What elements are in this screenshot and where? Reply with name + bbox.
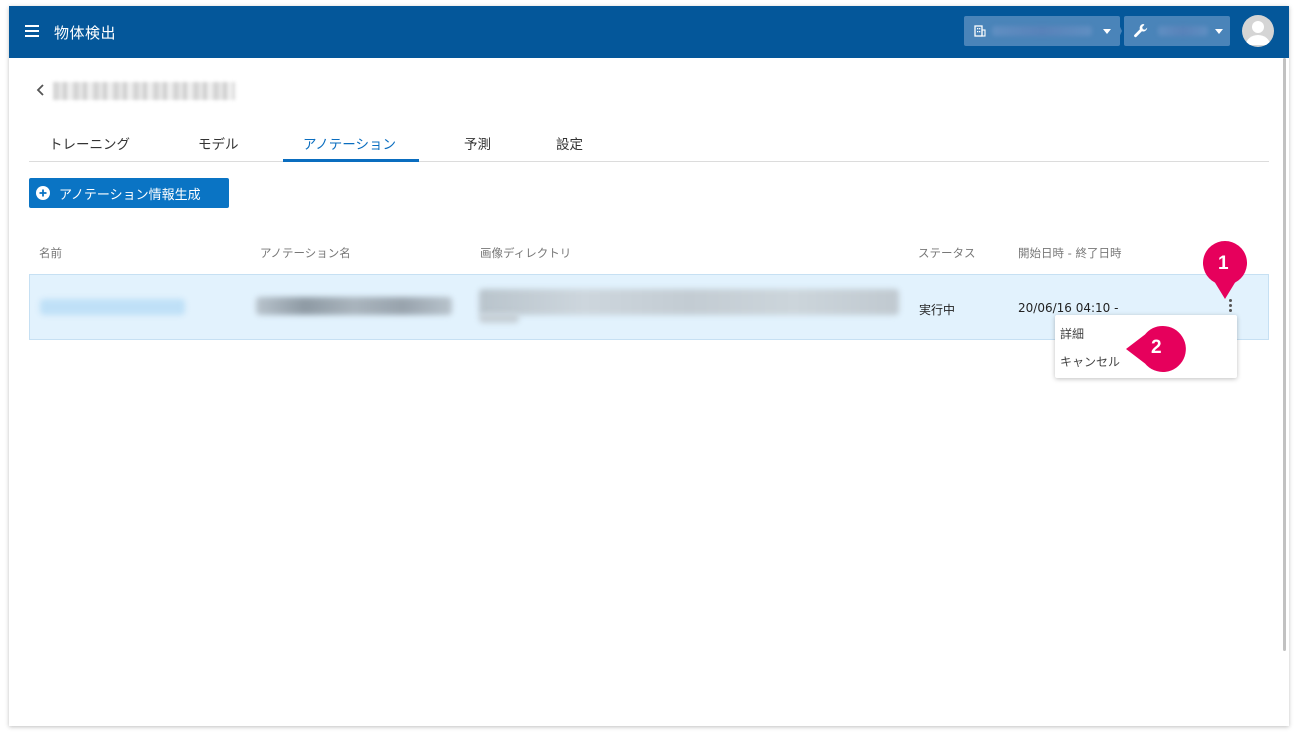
- wrench-icon: [1134, 24, 1148, 38]
- menu-item-details[interactable]: 詳細: [1060, 325, 1084, 342]
- row-name-redacted[interactable]: [40, 299, 185, 315]
- hamburger-menu-icon[interactable]: [25, 25, 39, 37]
- vertical-scrollbar[interactable]: [1283, 58, 1286, 651]
- column-header-image-directory: 画像ディレクトリ: [480, 246, 572, 260]
- column-header-status: ステータス: [918, 246, 976, 260]
- menu-item-cancel[interactable]: キャンセル: [1060, 353, 1120, 370]
- tab-training[interactable]: トレーニング: [49, 133, 130, 153]
- user-avatar[interactable]: [1242, 15, 1274, 47]
- organization-name-redacted: [992, 26, 1092, 36]
- tab-annotation[interactable]: アノテーション: [303, 133, 396, 153]
- generate-annotation-label: アノテーション情報生成: [59, 187, 201, 203]
- row-datetime: 20/06/16 04:10 -: [1018, 301, 1119, 315]
- project-selector[interactable]: [1124, 16, 1230, 46]
- app-title: 物体検出: [54, 24, 117, 42]
- user-icon: [1246, 21, 1270, 45]
- back-arrow-icon[interactable]: [36, 83, 46, 97]
- row-more-options-icon[interactable]: [1224, 297, 1236, 317]
- generate-annotation-button[interactable]: アノテーション情報生成: [29, 178, 229, 208]
- app-window: 物体検出 トレーニング モデル アノテーション 予測 設定 アノテーション情報生…: [9, 6, 1289, 726]
- breadcrumb-title-redacted: [53, 82, 235, 100]
- active-tab-indicator: [283, 159, 419, 162]
- callout-number-2: 2: [1151, 337, 1162, 358]
- tab-bar: トレーニング モデル アノテーション 予測 設定: [29, 124, 1269, 162]
- organization-selector[interactable]: [964, 16, 1120, 46]
- tab-settings[interactable]: 設定: [556, 133, 583, 153]
- row-image-directory-redacted-tail: [479, 313, 519, 323]
- chevron-down-icon: [1103, 29, 1111, 34]
- breadcrumb-separator-icon: [1112, 16, 1122, 46]
- project-name-redacted: [1158, 26, 1208, 36]
- column-header-name: 名前: [39, 246, 62, 260]
- tab-model[interactable]: モデル: [198, 133, 239, 153]
- add-circle-icon: [36, 186, 50, 200]
- callout-number-1: 1: [1218, 253, 1229, 274]
- app-bar: 物体検出: [9, 6, 1289, 58]
- tab-prediction[interactable]: 予測: [464, 133, 491, 153]
- row-image-directory-redacted: [479, 289, 899, 315]
- row-status: 実行中: [919, 303, 956, 317]
- chevron-down-icon: [1215, 29, 1223, 34]
- row-annotation-name-redacted: [256, 297, 452, 315]
- column-header-datetime: 開始日時 - 終了日時: [1018, 246, 1122, 260]
- building-icon: [974, 25, 986, 37]
- column-header-annotation-name: アノテーション名: [260, 246, 351, 260]
